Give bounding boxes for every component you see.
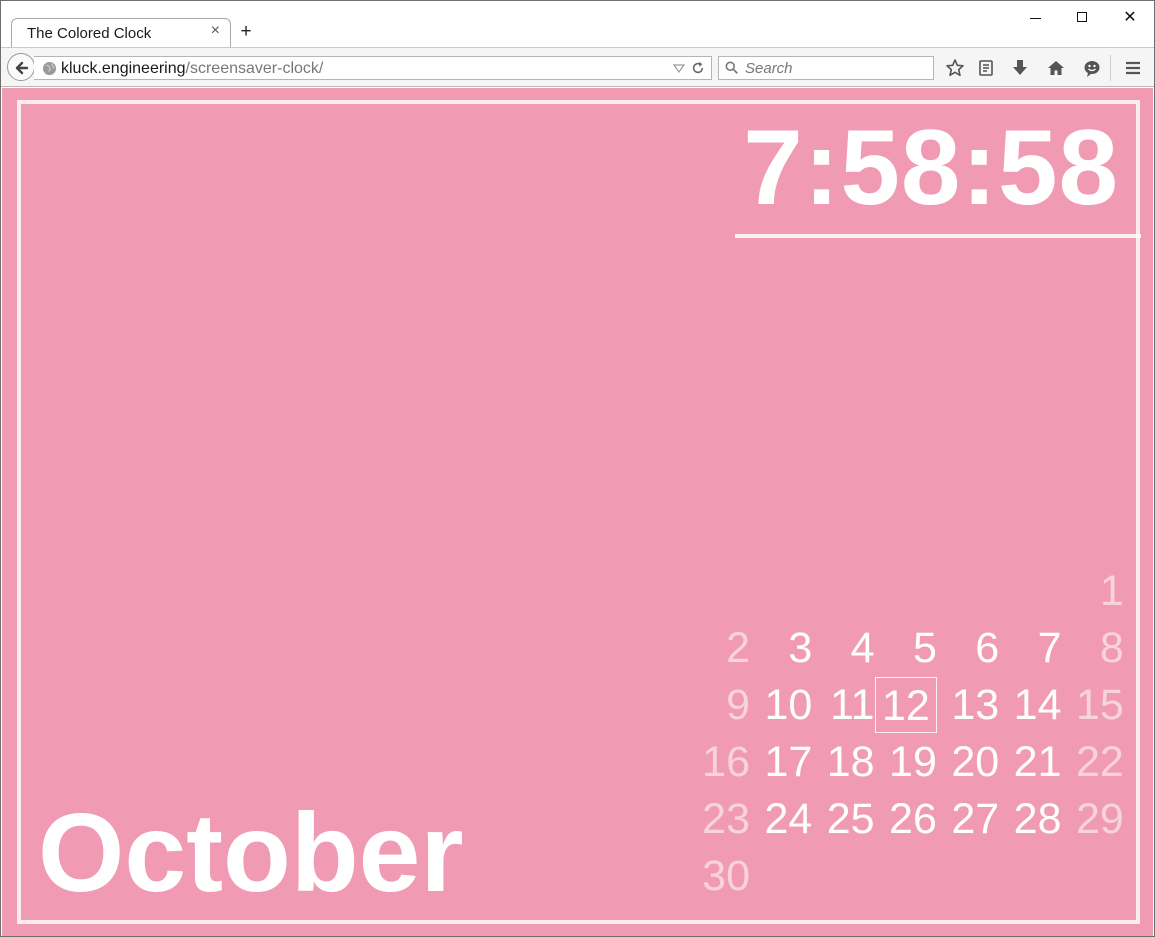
home-icon[interactable] bbox=[1046, 58, 1066, 78]
calendar-day: 28 bbox=[1013, 795, 1062, 843]
calendar-day: 2 bbox=[726, 624, 750, 672]
clock: 7:58:58 bbox=[735, 110, 1141, 238]
calendar-day: 17 bbox=[764, 738, 813, 786]
calendar-day-today: 12 bbox=[874, 677, 937, 733]
toolbar-separator bbox=[1110, 55, 1111, 81]
navigation-toolbar: kluck.engineering/screensaver-clock/ Sea… bbox=[1, 47, 1154, 87]
page-viewport: 7:58:58 1 2 3 4 5 6 7 8 9 10 11 12 13 14 15 16 17 18 19 20 2… bbox=[2, 88, 1153, 936]
browser-window: The Colored Clock × + ✕ kluck.engineerin… bbox=[0, 0, 1155, 937]
menu-icon[interactable] bbox=[1123, 58, 1143, 78]
search-input[interactable]: Search bbox=[745, 60, 793, 77]
calendar-day: 19 bbox=[889, 738, 937, 786]
reading-list-icon[interactable] bbox=[976, 58, 996, 78]
calendar-day: 7 bbox=[1037, 624, 1062, 672]
calendar-grid: 1 2 3 4 5 6 7 8 9 10 11 12 13 14 15 16 17 18 19 20 21 22 23 24 2… bbox=[688, 563, 1128, 911]
calendar-day: 8 bbox=[1099, 624, 1124, 672]
url-text[interactable]: kluck.engineering/screensaver-clock/ bbox=[61, 60, 323, 78]
tab-close-icon[interactable]: × bbox=[211, 22, 220, 40]
calendar-day: 6 bbox=[975, 624, 1000, 672]
download-icon[interactable] bbox=[1010, 58, 1030, 78]
calendar-day: 4 bbox=[850, 624, 875, 672]
calendar-day: 27 bbox=[951, 795, 1000, 843]
tab-strip: The Colored Clock × + ✕ bbox=[1, 1, 1154, 47]
maximize-icon bbox=[1077, 12, 1087, 22]
calendar-day: 26 bbox=[889, 795, 937, 843]
smiley-icon[interactable] bbox=[1082, 58, 1102, 78]
url-path: /screensaver-clock/ bbox=[185, 60, 324, 77]
search-bar[interactable]: Search bbox=[718, 56, 934, 80]
close-window-button[interactable]: ✕ bbox=[1115, 7, 1145, 29]
calendar-day: 22 bbox=[1075, 738, 1124, 786]
calendar-day: 1 bbox=[1099, 567, 1124, 615]
calendar-day: 21 bbox=[1013, 738, 1062, 786]
calendar-day: 11 bbox=[829, 681, 875, 729]
calendar-day: 5 bbox=[912, 624, 937, 672]
new-tab-button[interactable]: + bbox=[237, 21, 255, 43]
minimize-icon bbox=[1030, 18, 1041, 19]
calendar-day: 9 bbox=[726, 681, 750, 729]
calendar-day: 3 bbox=[788, 624, 813, 672]
calendar-day: 24 bbox=[764, 795, 813, 843]
search-icon bbox=[725, 61, 738, 74]
month-name: October bbox=[38, 791, 464, 915]
star-icon[interactable] bbox=[945, 58, 965, 78]
calendar-day: 16 bbox=[702, 738, 750, 786]
globe-icon bbox=[42, 61, 57, 76]
tab-active[interactable]: The Colored Clock × bbox=[11, 18, 231, 47]
calendar-day: 30 bbox=[702, 852, 750, 900]
url-host: kluck.engineering bbox=[61, 60, 186, 77]
calendar-day: 15 bbox=[1075, 681, 1124, 729]
calendar-day: 14 bbox=[1013, 681, 1062, 729]
calendar-day: 13 bbox=[951, 681, 1000, 729]
url-bar[interactable]: kluck.engineering/screensaver-clock/ bbox=[34, 56, 712, 80]
tab-title: The Colored Clock bbox=[27, 25, 152, 42]
calendar-day: 10 bbox=[764, 681, 813, 729]
calendar-day: 18 bbox=[826, 738, 875, 786]
calendar-day: 23 bbox=[702, 795, 750, 843]
reload-icon[interactable] bbox=[691, 60, 705, 76]
back-button[interactable] bbox=[7, 53, 35, 81]
calendar-day: 20 bbox=[951, 738, 1000, 786]
clock-time: 7:58:58 bbox=[743, 107, 1119, 227]
minimize-button[interactable] bbox=[1021, 7, 1051, 29]
back-icon bbox=[15, 61, 29, 75]
dropdown-icon[interactable] bbox=[673, 61, 685, 75]
maximize-button[interactable] bbox=[1067, 7, 1097, 29]
calendar-day: 29 bbox=[1075, 795, 1124, 843]
calendar-day: 25 bbox=[826, 795, 875, 843]
